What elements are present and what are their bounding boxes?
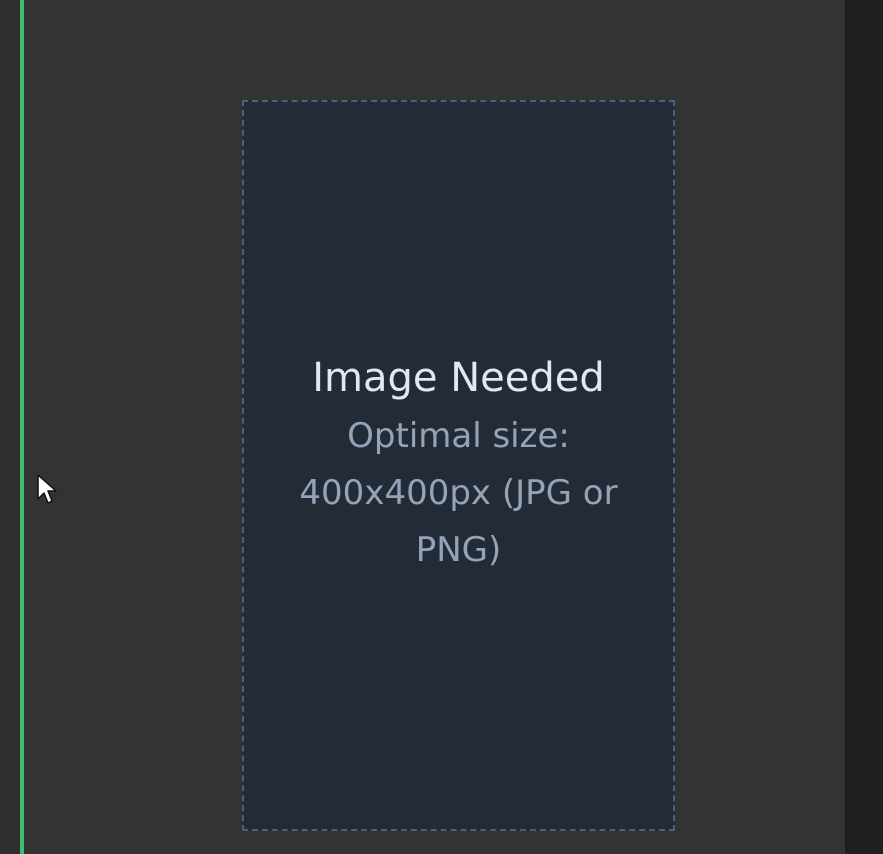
- left-gutter: [0, 0, 20, 854]
- image-placeholder[interactable]: Image Needed Optimal size: 400x400px (JP…: [242, 100, 675, 831]
- main-panel: Image Needed Optimal size: 400x400px (JP…: [24, 0, 845, 854]
- placeholder-content: Image Needed Optimal size: 400x400px (JP…: [279, 352, 639, 579]
- right-scroll-strip: [845, 0, 883, 854]
- placeholder-subtitle: Optimal size: 400x400px (JPG or PNG): [299, 416, 618, 570]
- placeholder-title: Image Needed: [312, 355, 605, 401]
- app-window: Image Needed Optimal size: 400x400px (JP…: [0, 0, 883, 854]
- mouse-pointer-icon: [37, 474, 57, 504]
